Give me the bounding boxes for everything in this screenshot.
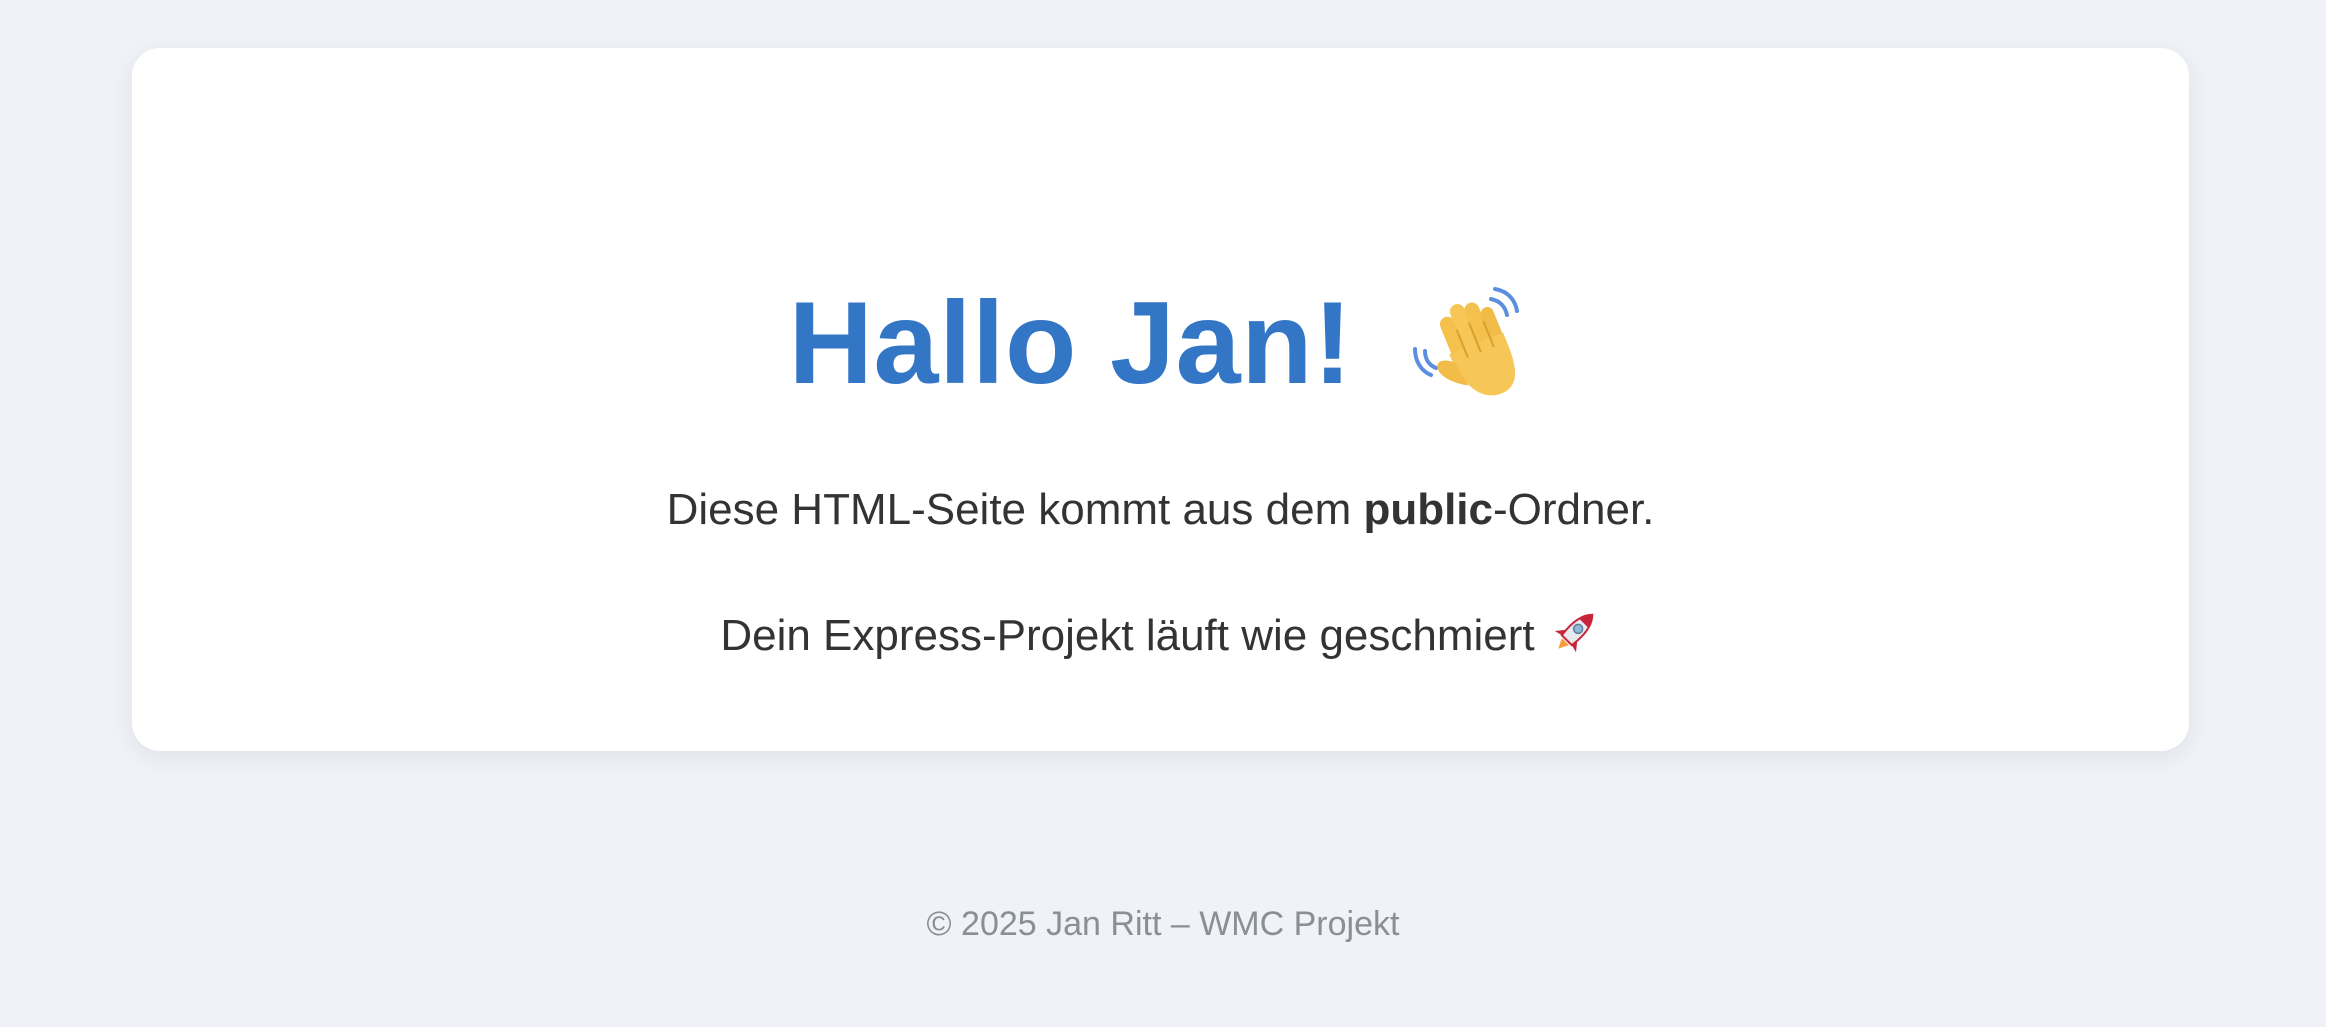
footer-copyright: © 2025 Jan Ritt – WMC Projekt [926,905,1400,943]
message-text-suffix: -Ordner. [1493,485,1655,534]
main-card: Hallo Jan! Diese HTML-Seite kommt aus de… [132,48,2189,751]
rocket-icon [1551,606,1601,656]
greeting-row: Hallo Jan! [132,273,2189,413]
public-folder-name: public [1363,485,1494,534]
public-folder-message: Diese HTML-Seite kommt aus dem public-Or… [132,485,2189,535]
waving-hand-icon [1409,283,1533,407]
page-title: Hallo Jan! [788,277,1353,408]
message-text-prefix: Diese HTML-Seite kommt aus dem [666,485,1364,534]
status-message: Dein Express-Projekt läuft wie geschmier… [132,606,2189,661]
status-message-text: Dein Express-Projekt läuft wie geschmier… [720,611,1535,660]
